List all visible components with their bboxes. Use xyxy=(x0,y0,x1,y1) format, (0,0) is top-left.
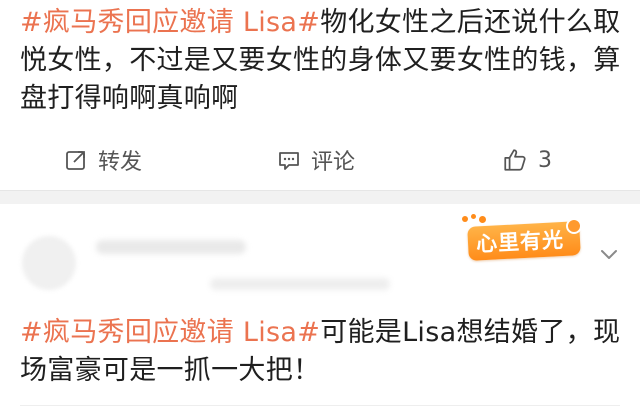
post-1-content: #疯马秀回应邀请 Lisa#物化女性之后还说什么取悦女性，不过是又要女性的身体又… xyxy=(20,4,625,118)
post-2-content: #疯马秀回应邀请 Lisa#可能是Lisa想结婚了，现场富豪可是一抓一大把！ xyxy=(20,314,625,390)
user-badge: 心里有光 xyxy=(462,214,590,261)
badge-text: 心里有光 xyxy=(475,227,565,257)
comment-bubble-icon xyxy=(279,152,299,170)
like-count: 3 xyxy=(538,147,552,173)
comment-label: 评论 xyxy=(311,150,356,175)
thumbs-up-icon xyxy=(504,149,526,171)
forward-button[interactable]: 转发 xyxy=(64,140,142,180)
blurred-username xyxy=(96,240,246,254)
topic-link[interactable]: #疯马秀回应邀请 Lisa# xyxy=(20,7,320,38)
like-button[interactable]: 3 xyxy=(502,140,552,180)
post-divider xyxy=(0,190,640,204)
share-arrow-icon xyxy=(66,151,85,170)
blurred-post-meta xyxy=(210,278,390,290)
heart-icon xyxy=(566,218,582,234)
bottom-divider xyxy=(20,405,620,406)
weibo-post-1: #疯马秀回应邀请 Lisa#物化女性之后还说什么取悦女性，不过是又要女性的身体又… xyxy=(0,0,640,190)
weibo-post-2: 心里有光 #疯马秀回应邀请 Lisa#可能是Lisa想结婚了，现场富豪可是一抓一… xyxy=(0,204,640,411)
forward-label: 转发 xyxy=(98,150,143,175)
topic-link[interactable]: #疯马秀回应邀请 Lisa# xyxy=(20,317,320,348)
comment-button[interactable]: 评论 xyxy=(277,140,355,180)
chevron-down-icon[interactable] xyxy=(597,242,621,266)
post-1-action-bar: 转发 评论 3 xyxy=(0,140,640,180)
author-row: 心里有光 xyxy=(0,214,640,304)
avatar[interactable] xyxy=(22,236,76,290)
